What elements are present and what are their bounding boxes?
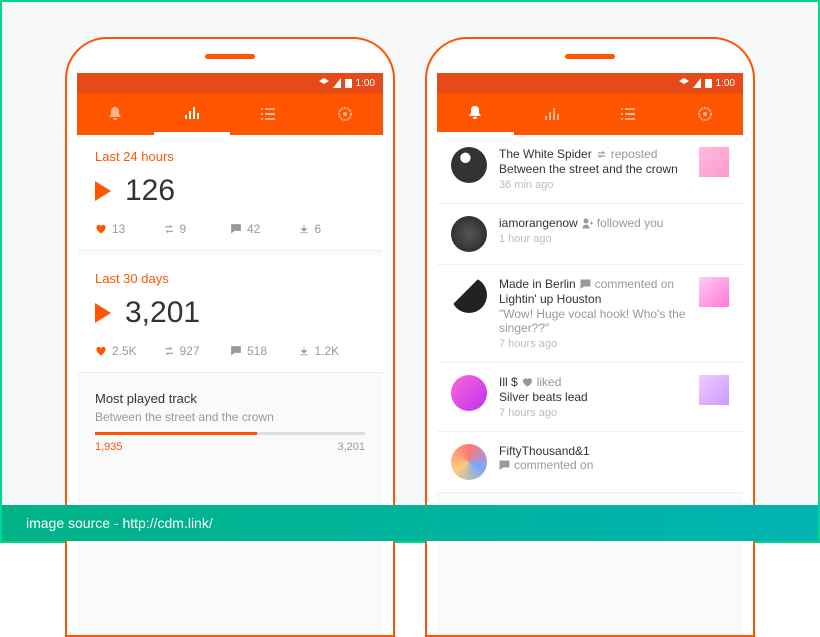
feed-action: reposted (611, 147, 658, 161)
comment-icon (499, 460, 510, 471)
tab-list[interactable] (230, 93, 307, 135)
list-icon (620, 106, 636, 122)
feed-item[interactable]: iamorangenow followed you 1 hour ago (437, 204, 743, 265)
tab-stats[interactable] (154, 93, 231, 135)
avatar (451, 277, 487, 313)
tab-list[interactable] (590, 93, 667, 135)
stats-30d-card: Last 30 days 3,201 2.5K 927 518 1.2K (77, 257, 383, 373)
progress-max: 3,201 (337, 441, 365, 453)
feed-user: Made in Berlin (499, 277, 576, 291)
feed-action: followed you (597, 216, 664, 230)
most-played-track: Between the street and the crown (95, 410, 365, 424)
download-icon (298, 345, 310, 357)
image-source-footer: image source - http://cdm.link/ (2, 505, 818, 541)
avatar (451, 375, 487, 411)
progress-bar (95, 432, 365, 435)
signal-icon (693, 78, 701, 88)
most-played-card: Most played track Between the street and… (77, 379, 383, 465)
bell-icon (467, 105, 483, 121)
footer-text: image source - http://cdm.link/ (26, 515, 213, 531)
feed-item[interactable]: FiftyThousand&1 commented on (437, 432, 743, 493)
section-label-30d: Last 30 days (95, 271, 365, 286)
downloads-30d: 1.2K (298, 344, 366, 358)
feed-action: commented on (514, 458, 593, 472)
feed-subject: Lightin' up Houston (499, 292, 687, 306)
feed-item[interactable]: Made in Berlin commented on Lightin' up … (437, 265, 743, 363)
avatar (451, 216, 487, 252)
play-icon (95, 181, 111, 201)
gear-icon (697, 106, 713, 122)
follow-icon (582, 218, 593, 229)
status-time: 1:00 (356, 78, 375, 89)
plays-count-30d: 3,201 (125, 296, 200, 330)
heart-icon (95, 223, 107, 235)
comment-icon (580, 279, 591, 290)
repost-icon (163, 345, 175, 357)
bars-icon (544, 106, 560, 122)
feed-time: 1 hour ago (499, 233, 729, 245)
bell-icon (107, 106, 123, 122)
tab-stats[interactable] (514, 93, 591, 135)
heart-icon (522, 377, 533, 388)
tab-notifications[interactable] (77, 93, 154, 135)
battery-icon (345, 78, 352, 88)
feed-action: commented on (595, 277, 674, 291)
phone-left: 1:00 Last 24 hours 126 13 9 42 6 (65, 37, 395, 637)
likes-30d: 2.5K (95, 344, 163, 358)
feed-action: liked (537, 375, 562, 389)
feed-user: FiftyThousand&1 (499, 444, 590, 458)
gear-icon (337, 106, 353, 122)
tab-notifications[interactable] (437, 93, 514, 135)
status-bar: 1:00 (437, 73, 743, 93)
status-bar: 1:00 (77, 73, 383, 93)
tab-settings[interactable] (667, 93, 744, 135)
feed-quote: "Wow! Huge vocal hook! Who's the singer?… (499, 307, 687, 335)
reposts-24h: 9 (163, 222, 231, 236)
downloads-24h: 6 (298, 222, 366, 236)
tab-bar (437, 93, 743, 135)
feed-time: 7 hours ago (499, 338, 687, 350)
reposts-30d: 927 (163, 344, 231, 358)
comments-24h: 42 (230, 222, 298, 236)
play-icon (95, 303, 111, 323)
likes-24h: 13 (95, 222, 163, 236)
avatar (451, 444, 487, 480)
feed-subject: Between the street and the crown (499, 162, 687, 176)
feed-subject: Silver beats lead (499, 390, 687, 404)
status-time: 1:00 (716, 78, 735, 89)
wifi-icon (319, 78, 329, 88)
list-icon (260, 106, 276, 122)
thumbnail (699, 147, 729, 177)
download-icon (298, 223, 310, 235)
stats-24h-card: Last 24 hours 126 13 9 42 6 (77, 135, 383, 251)
feed-time: 36 min ago (499, 179, 687, 191)
section-label-24h: Last 24 hours (95, 149, 365, 164)
feed-user: Ill $ (499, 375, 518, 389)
progress-current: 1,935 (95, 441, 123, 453)
feed-user: The White Spider (499, 147, 592, 161)
feed-item[interactable]: The White Spider reposted Between the st… (437, 135, 743, 204)
bars-icon (184, 105, 200, 121)
heart-icon (95, 345, 107, 357)
comment-icon (230, 345, 242, 357)
feed-time: 7 hours ago (499, 407, 687, 419)
wifi-icon (679, 78, 689, 88)
most-played-title: Most played track (95, 391, 365, 406)
tab-bar (77, 93, 383, 135)
thumbnail (699, 375, 729, 405)
battery-icon (705, 78, 712, 88)
feed-user: iamorangenow (499, 216, 578, 230)
comments-30d: 518 (230, 344, 298, 358)
plays-count-24h: 126 (125, 174, 175, 208)
avatar (451, 147, 487, 183)
tab-settings[interactable] (307, 93, 384, 135)
phone-right: 1:00 The White Spider reposted Between t… (425, 37, 755, 637)
feed-item[interactable]: Ill $ liked Silver beats lead 7 hours ag… (437, 363, 743, 432)
comment-icon (230, 223, 242, 235)
thumbnail (699, 277, 729, 307)
signal-icon (333, 78, 341, 88)
repost-icon (596, 149, 607, 160)
repost-icon (163, 223, 175, 235)
